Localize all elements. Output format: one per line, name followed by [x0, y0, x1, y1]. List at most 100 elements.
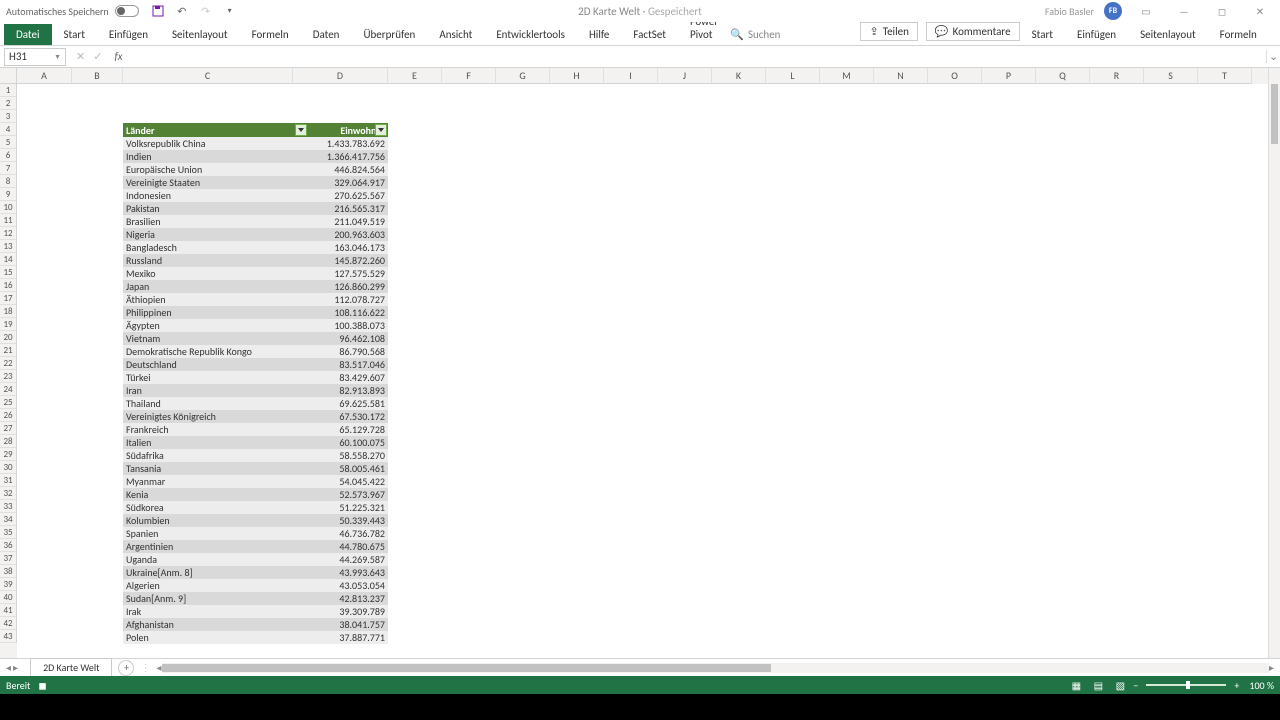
cell-population[interactable]: 100.388.073	[308, 319, 388, 332]
fx-icon[interactable]: fx	[114, 50, 122, 63]
view-pagelayout-icon[interactable]: ▤	[1089, 678, 1107, 692]
row-header-26[interactable]: 26	[0, 409, 17, 422]
cell-population[interactable]: 163.046.173	[308, 241, 388, 254]
share-button[interactable]: ⇪Teilen	[860, 22, 917, 41]
horizontal-scrollbar[interactable]	[162, 663, 1269, 673]
cell-country[interactable]: Kenia	[123, 488, 308, 501]
row-header-3[interactable]: 3	[0, 110, 17, 123]
cell-population[interactable]: 44.269.587	[308, 553, 388, 566]
table-row[interactable]: Irak39.309.789	[123, 605, 388, 618]
cell-population[interactable]: 1.433.783.692	[308, 137, 388, 150]
cell-population[interactable]: 108.116.622	[308, 306, 388, 319]
col-header-I[interactable]: I	[604, 68, 658, 84]
cell-population[interactable]: 83.517.046	[308, 358, 388, 371]
table-row[interactable]: Ägypten100.388.073	[123, 319, 388, 332]
row-header-29[interactable]: 29	[0, 448, 17, 461]
col-header-N[interactable]: N	[874, 68, 928, 84]
row-header-13[interactable]: 13	[0, 240, 17, 253]
tab-start[interactable]: Start	[1020, 24, 1065, 45]
view-normal-icon[interactable]: ▦	[1067, 678, 1085, 692]
tab-daten[interactable]: Daten	[301, 24, 352, 45]
zoom-level[interactable]: 100 %	[1249, 679, 1274, 692]
cell-country[interactable]: Sudan[Anm. 9]	[123, 592, 308, 605]
col-header-K[interactable]: K	[712, 68, 766, 84]
cell-country[interactable]: Mexiko	[123, 267, 308, 280]
zoom-slider[interactable]	[1146, 684, 1226, 686]
col-header-T[interactable]: T	[1198, 68, 1252, 84]
add-sheet-button[interactable]: +	[118, 660, 134, 676]
cell-country[interactable]: Tansania	[123, 462, 308, 475]
table-row[interactable]: Tansania58.005.461	[123, 462, 388, 475]
cell-population[interactable]: 446.824.564	[308, 163, 388, 176]
table-row[interactable]: Iran82.913.893	[123, 384, 388, 397]
row-header-11[interactable]: 11	[0, 214, 17, 227]
table-row[interactable]: Russland145.872.260	[123, 254, 388, 267]
cell-population[interactable]: 51.225.321	[308, 501, 388, 514]
cell-country[interactable]: Algerien	[123, 579, 308, 592]
table-row[interactable]: Äthiopien112.078.727	[123, 293, 388, 306]
cell-country[interactable]: Iran	[123, 384, 308, 397]
comments-button[interactable]: 💬Kommentare	[926, 22, 1020, 41]
cell-population[interactable]: 43.053.054	[308, 579, 388, 592]
cell-population[interactable]: 216.565.317	[308, 202, 388, 215]
cancel-icon[interactable]: ✕	[76, 50, 85, 63]
cell-country[interactable]: Indonesien	[123, 189, 308, 202]
col-header-F[interactable]: F	[442, 68, 496, 84]
table-row[interactable]: Mexiko127.575.529	[123, 267, 388, 280]
cell-country[interactable]: Nigeria	[123, 228, 308, 241]
cell-population[interactable]: 329.064.917	[308, 176, 388, 189]
row-header-22[interactable]: 22	[0, 357, 17, 370]
row-header-12[interactable]: 12	[0, 227, 17, 240]
table-row[interactable]: Vietnam96.462.108	[123, 332, 388, 345]
avatar[interactable]: FB	[1104, 2, 1122, 20]
table-row[interactable]: Deutschland83.517.046	[123, 358, 388, 371]
cell-population[interactable]: 270.625.567	[308, 189, 388, 202]
cell-population[interactable]: 58.005.461	[308, 462, 388, 475]
view-pagebreak-icon[interactable]: ▧	[1111, 678, 1129, 692]
row-header-24[interactable]: 24	[0, 383, 17, 396]
col-header-Q[interactable]: Q	[1036, 68, 1090, 84]
table-row[interactable]: Pakistan216.565.317	[123, 202, 388, 215]
cell-country[interactable]: Türkei	[123, 371, 308, 384]
row-header-1[interactable]: 1	[0, 84, 17, 97]
row-header-2[interactable]: 2	[0, 97, 17, 110]
row-header-28[interactable]: 28	[0, 435, 17, 448]
sheet-next-icon[interactable]: ▸	[13, 661, 18, 674]
cell-population[interactable]: 52.573.967	[308, 488, 388, 501]
cell-country[interactable]: Deutschland	[123, 358, 308, 371]
qat-dropdown-icon[interactable]: ▾	[223, 4, 237, 18]
cell-country[interactable]: Südkorea	[123, 501, 308, 514]
col-header-B[interactable]: B	[72, 68, 123, 84]
table-row[interactable]: Spanien46.736.782	[123, 527, 388, 540]
table-row[interactable]: Volksrepublik China1.433.783.692	[123, 137, 388, 150]
row-header-31[interactable]: 31	[0, 474, 17, 487]
row-header-34[interactable]: 34	[0, 513, 17, 526]
cell-country[interactable]: Pakistan	[123, 202, 308, 215]
cell-country[interactable]: Kolumbien	[123, 514, 308, 527]
tab-formeln[interactable]: Formeln	[1208, 24, 1269, 45]
row-header-42[interactable]: 42	[0, 617, 17, 630]
cell-population[interactable]: 96.462.108	[308, 332, 388, 345]
cell-country[interactable]: Südafrika	[123, 449, 308, 462]
cell-country[interactable]: Äthiopien	[123, 293, 308, 306]
tab-formeln[interactable]: Formeln	[240, 24, 301, 45]
row-header-21[interactable]: 21	[0, 344, 17, 357]
tab-start[interactable]: Start	[52, 24, 97, 45]
row-header-20[interactable]: 20	[0, 331, 17, 344]
row-header-18[interactable]: 18	[0, 305, 17, 318]
cell-country[interactable]: Europäische Union	[123, 163, 308, 176]
row-header-32[interactable]: 32	[0, 487, 17, 500]
filter-button-country[interactable]	[295, 124, 307, 136]
row-header-14[interactable]: 14	[0, 253, 17, 266]
table-row[interactable]: Brasilien211.049.519	[123, 215, 388, 228]
cell-country[interactable]: Japan	[123, 280, 308, 293]
tab-überprüfen[interactable]: Überprüfen	[351, 24, 427, 45]
table-row[interactable]: Sudan[Anm. 9]42.813.237	[123, 592, 388, 605]
row-header-16[interactable]: 16	[0, 279, 17, 292]
cell-population[interactable]: 43.993.643	[308, 566, 388, 579]
col-header-J[interactable]: J	[658, 68, 712, 84]
tab-factset[interactable]: FactSet	[621, 24, 678, 45]
col-header-R[interactable]: R	[1090, 68, 1144, 84]
cell-population[interactable]: 67.530.172	[308, 410, 388, 423]
cell-population[interactable]: 69.625.581	[308, 397, 388, 410]
